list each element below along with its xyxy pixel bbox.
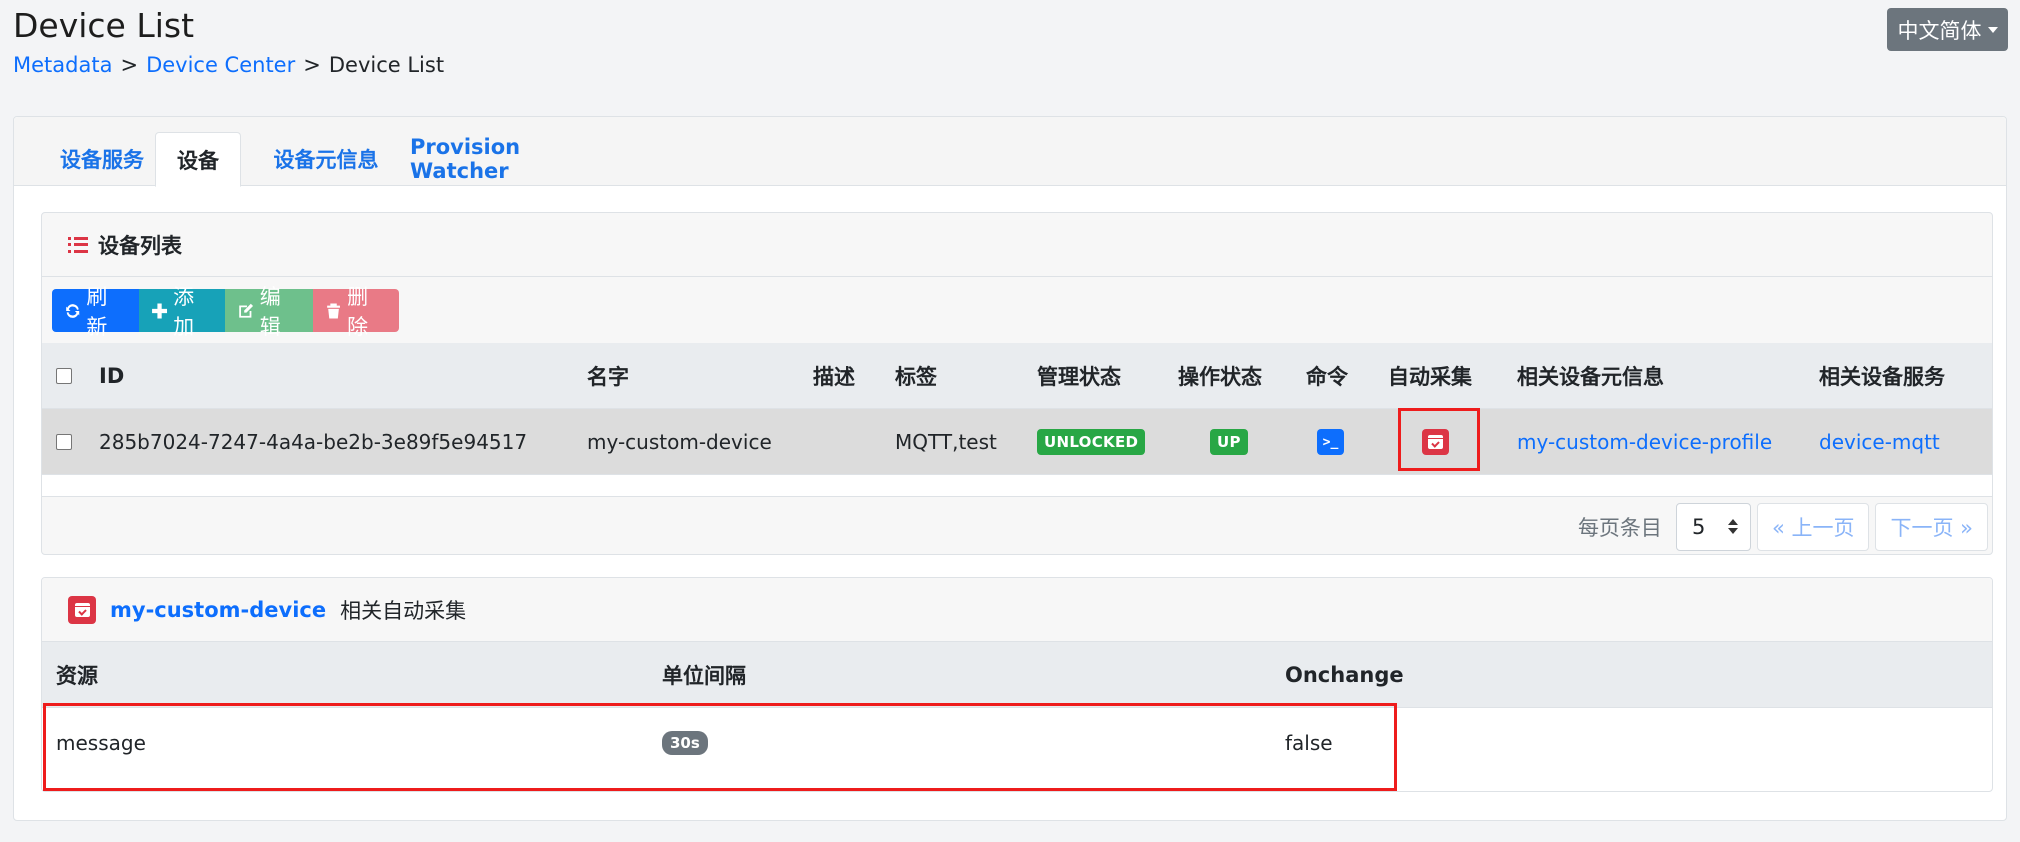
breadcrumb-separator: >: [303, 53, 321, 77]
edit-icon: [239, 303, 254, 318]
service-link[interactable]: device-mqtt: [1819, 430, 1940, 454]
column-header: 资源: [56, 664, 98, 688]
calendar-check-icon: [74, 602, 90, 617]
table-spacer: [42, 475, 1992, 497]
tab-devices[interactable]: 设备: [155, 132, 241, 187]
device-list-title: 设备列表: [98, 233, 182, 258]
tab-device-profiles[interactable]: 设备元信息: [251, 132, 401, 186]
language-label: 中文简体: [1897, 18, 1982, 43]
breadcrumb: Metadata > Device Center > Device List: [13, 53, 444, 77]
service-cell: device-mqtt: [1819, 409, 1940, 475]
pagination: 每页条目 5 « 上一页 下一页 »: [1577, 497, 1988, 554]
breadcrumb-current: Device List: [328, 53, 445, 77]
highlight-box: [1398, 408, 1480, 471]
command-cell: >_: [1317, 409, 1344, 475]
column-header: 管理状态: [1037, 365, 1121, 389]
page-title: Device List: [13, 6, 195, 45]
breadcrumb-device-center[interactable]: Device Center: [146, 53, 295, 77]
admin-state-badge: UNLOCKED: [1037, 429, 1146, 455]
profile-cell: my-custom-device-profile: [1517, 409, 1772, 475]
page-header: Device List Metadata > Device Center > Devic…: [0, 0, 2020, 96]
column-header: ID: [99, 364, 125, 388]
add-button[interactable]: 添加: [139, 285, 225, 339]
tab-provision-watcher[interactable]: Provision Watcher: [410, 132, 605, 186]
refresh-button[interactable]: 刷新: [52, 285, 139, 339]
language-dropdown[interactable]: 中文简体: [1887, 8, 2008, 51]
column-header: 名字: [587, 365, 629, 389]
select-arrows-icon: [1727, 519, 1738, 534]
select-all-cell: [56, 343, 72, 409]
per-page-select[interactable]: 5: [1675, 502, 1751, 551]
autoevent-header: my-custom-device 相关自动采集: [42, 578, 1992, 642]
device-list-header: 设备列表: [42, 213, 1992, 277]
row-select-cell: [56, 409, 72, 475]
toolbar: 刷新 添加 编辑 删除: [52, 285, 399, 339]
select-all-checkbox[interactable]: [56, 368, 72, 384]
device-list-card: 设备列表 刷新 添加 编辑 删除 ID 名字 描述 标签 管理状态 操作状态 命…: [41, 212, 1993, 555]
column-header: Onchange: [1285, 663, 1404, 687]
column-header: 相关设备元信息: [1517, 365, 1664, 389]
caret-down-icon: [1987, 26, 1998, 33]
table-row[interactable]: 285b7024-7247-4a4a-be2b-3e89f5e94517 my-…: [42, 409, 1992, 475]
autoevent-table-header: 资源 单位间隔 Onchange: [42, 642, 1992, 708]
autoevent-header-icon: [68, 595, 96, 624]
tab-bar: 设备服务 设备 设备元信息 Provision Watcher: [14, 117, 2006, 187]
per-page-value: 5: [1691, 514, 1706, 539]
admin-state-cell: UNLOCKED: [1037, 409, 1146, 475]
edit-button[interactable]: 编辑: [225, 285, 313, 339]
column-header: 描述: [813, 365, 855, 389]
row-checkbox[interactable]: [56, 434, 72, 450]
refresh-label: 刷新: [86, 284, 108, 339]
delete-button[interactable]: 删除: [313, 285, 399, 339]
column-header: 命令: [1306, 365, 1348, 389]
add-label: 添加: [173, 284, 195, 339]
highlight-box: [43, 703, 1397, 791]
tab-device-services[interactable]: 设备服务: [36, 132, 168, 186]
prev-page-button[interactable]: « 上一页: [1756, 502, 1870, 551]
device-id: 285b7024-7247-4a4a-be2b-3e89f5e94517: [99, 430, 528, 454]
operating-state-badge: UP: [1210, 429, 1248, 455]
list-icon: [68, 236, 88, 253]
terminal-icon[interactable]: >_: [1317, 429, 1344, 455]
operating-state-cell: UP: [1210, 409, 1248, 475]
breadcrumb-separator: >: [120, 53, 139, 77]
breadcrumb-metadata[interactable]: Metadata: [13, 53, 112, 77]
device-labels: MQTT,test: [895, 430, 997, 454]
autoevent-device-name: my-custom-device: [110, 597, 327, 622]
refresh-icon: [66, 303, 80, 318]
device-name: my-custom-device: [587, 430, 772, 454]
trash-icon: [327, 303, 340, 318]
column-header: 标签: [895, 365, 937, 389]
delete-label: 删除: [347, 284, 369, 339]
column-header: 相关设备服务: [1819, 365, 1945, 389]
profile-link[interactable]: my-custom-device-profile: [1517, 430, 1772, 454]
edit-label: 编辑: [259, 284, 281, 339]
plus-icon: [152, 303, 168, 318]
device-table-header: ID 名字 描述 标签 管理状态 操作状态 命令 自动采集 相关设备元信息 相关…: [42, 343, 1992, 409]
column-header: 自动采集: [1388, 365, 1472, 389]
next-page-button[interactable]: 下一页 »: [1875, 502, 1988, 551]
column-header: 单位间隔: [662, 664, 746, 688]
per-page-label: 每页条目: [1577, 515, 1662, 540]
autoevent-title: 相关自动采集: [340, 598, 467, 623]
column-header: 操作状态: [1178, 365, 1262, 389]
